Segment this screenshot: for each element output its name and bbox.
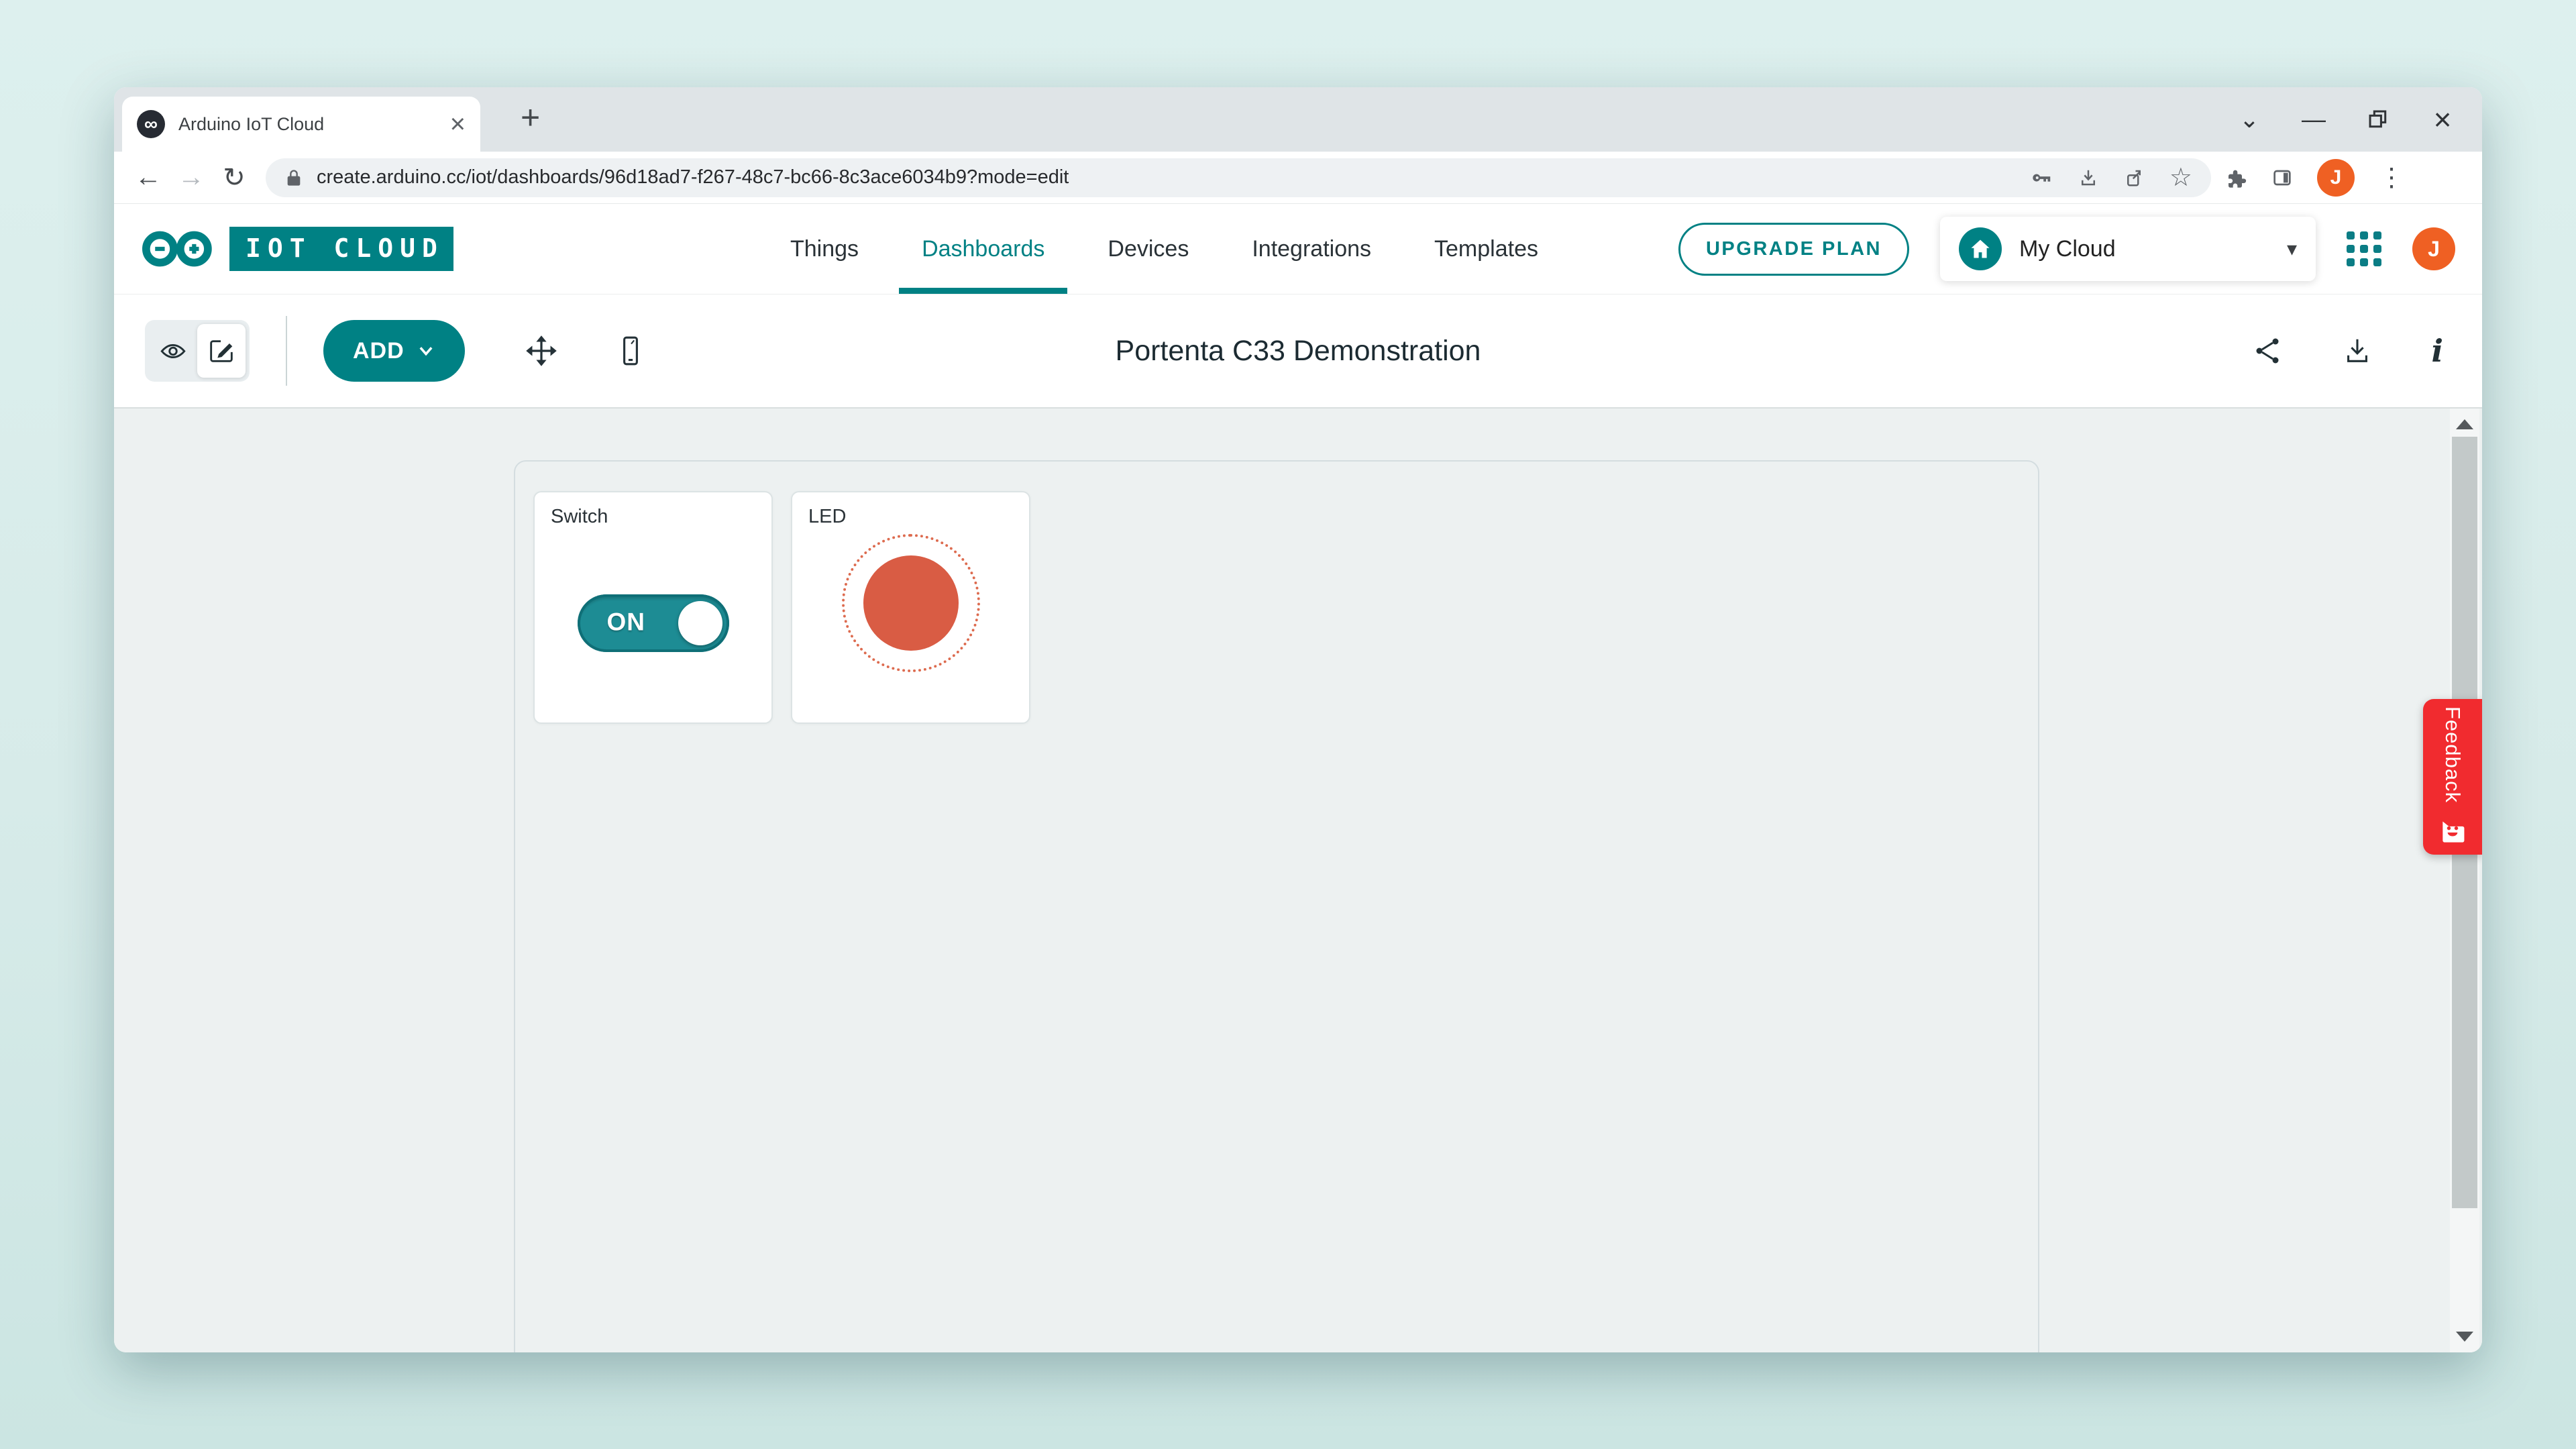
extensions-puzzle-icon[interactable] [2226, 167, 2247, 189]
edit-pencil-icon [206, 335, 237, 366]
view-edit-toggle [145, 320, 250, 382]
omnibox-actions: ☆ [2033, 165, 2192, 191]
widget-switch[interactable]: Switch ON [533, 491, 773, 724]
arduino-favicon-icon: ∞ [137, 110, 165, 138]
apps-grid-icon[interactable] [2347, 231, 2381, 266]
tab-search-icon[interactable]: ⌄ [2230, 100, 2269, 139]
share-icon[interactable] [2124, 168, 2144, 188]
nav-item-things[interactable]: Things [785, 204, 864, 294]
tab-close-icon[interactable]: × [450, 111, 466, 138]
window-controls: ⌄ — × [2230, 87, 2462, 152]
app-header: IOT CLOUD Things Dashboards Devices Inte… [114, 204, 2482, 294]
dashboard-main: Switch ON LED Fe [114, 409, 2482, 1352]
close-window-button[interactable]: × [2423, 100, 2462, 139]
chevron-down-icon: ▾ [2287, 237, 2297, 261]
browser-menu-icon[interactable]: ⋮ [2379, 162, 2404, 193]
url-text: create.arduino.cc/iot/dashboards/96d18ad… [317, 166, 2019, 189]
nav-item-dashboards[interactable]: Dashboards [916, 204, 1050, 294]
address-bar[interactable]: create.arduino.cc/iot/dashboards/96d18ad… [266, 158, 2211, 197]
minimize-button[interactable]: — [2294, 100, 2333, 139]
feedback-smiley-icon [2438, 818, 2467, 847]
new-tab-button[interactable]: + [521, 98, 540, 137]
switch-toggle[interactable]: ON [578, 594, 729, 652]
download-icon[interactable] [2342, 335, 2373, 366]
scroll-down-icon[interactable] [2456, 1332, 2473, 1342]
reload-icon[interactable]: ↻ [215, 158, 254, 197]
smartphone-icon [614, 334, 647, 368]
side-panel-icon[interactable] [2271, 167, 2293, 189]
main-nav: Things Dashboards Devices Integrations T… [785, 204, 1544, 294]
browser-window: ∞ Arduino IoT Cloud × + ⌄ — × ← → ↻ crea… [114, 87, 2482, 1352]
arduino-logo[interactable]: IOT CLOUD [140, 227, 453, 271]
chevron-down-icon [417, 341, 435, 360]
switch-state: ON [607, 608, 646, 636]
widget-label: Switch [535, 492, 771, 541]
dashboard-actions: i [2253, 335, 2443, 366]
dashboard-toolbar: ADD Portenta C33 Demonstration i [114, 294, 2482, 409]
add-label: ADD [353, 338, 405, 364]
tab-title: Arduino IoT Cloud [178, 114, 437, 135]
install-download-icon[interactable] [2078, 168, 2098, 188]
share-nodes-icon[interactable] [2253, 336, 2283, 366]
browser-extension-area: J ⋮ [2226, 159, 2404, 197]
add-widget-button[interactable]: ADD [323, 320, 465, 382]
scroll-up-icon[interactable] [2456, 419, 2473, 429]
dashboard-canvas: Switch ON LED [514, 460, 2039, 1352]
toggle-knob[interactable] [678, 601, 722, 645]
feedback-button[interactable]: Feedback [2423, 699, 2482, 855]
edit-mode-button[interactable] [197, 324, 246, 378]
led-glow-ring [842, 534, 980, 672]
eye-icon [158, 335, 189, 366]
arduino-infinity-icon [140, 227, 219, 271]
move-arrows-icon [524, 333, 559, 368]
restore-button[interactable] [2359, 100, 2398, 139]
bookmark-star-icon[interactable]: ☆ [2169, 165, 2192, 191]
info-icon[interactable]: i [2432, 335, 2443, 366]
home-icon [1959, 227, 2002, 270]
back-icon[interactable]: ← [129, 158, 168, 197]
nav-item-integrations[interactable]: Integrations [1246, 204, 1377, 294]
feedback-label: Feedback [2440, 706, 2465, 803]
lock-icon [284, 168, 303, 187]
browser-toolbar: ← → ↻ create.arduino.cc/iot/dashboards/9… [114, 152, 2482, 204]
tab-strip: ∞ Arduino IoT Cloud × + ⌄ — × [114, 87, 2482, 152]
upgrade-plan-button[interactable]: UPGRADE PLAN [1678, 223, 1909, 276]
browser-tab[interactable]: ∞ Arduino IoT Cloud × [122, 97, 480, 152]
mobile-preview-button[interactable] [614, 334, 647, 368]
page-scrollbar[interactable] [2450, 409, 2479, 1352]
header-right: UPGRADE PLAN My Cloud ▾ J [1678, 204, 2455, 294]
browser-profile-avatar[interactable]: J [2317, 159, 2355, 197]
view-mode-button[interactable] [149, 324, 197, 378]
space-selector[interactable]: My Cloud ▾ [1940, 217, 2316, 281]
nav-item-devices[interactable]: Devices [1102, 204, 1194, 294]
toolbar-divider [286, 316, 287, 386]
space-label: My Cloud [2019, 236, 2269, 262]
led-indicator [863, 555, 959, 651]
forward-icon[interactable]: → [172, 158, 211, 197]
iot-cloud-logo-text: IOT CLOUD [229, 227, 453, 271]
desktop: ∞ Arduino IoT Cloud × + ⌄ — × ← → ↻ crea… [0, 0, 2576, 1449]
password-key-icon[interactable] [2033, 168, 2053, 188]
nav-item-templates[interactable]: Templates [1429, 204, 1544, 294]
user-avatar[interactable]: J [2412, 227, 2455, 270]
widget-led[interactable]: LED [791, 491, 1030, 724]
dashboard-title: Portenta C33 Demonstration [1116, 335, 1481, 368]
rearrange-widgets-button[interactable] [524, 333, 559, 368]
